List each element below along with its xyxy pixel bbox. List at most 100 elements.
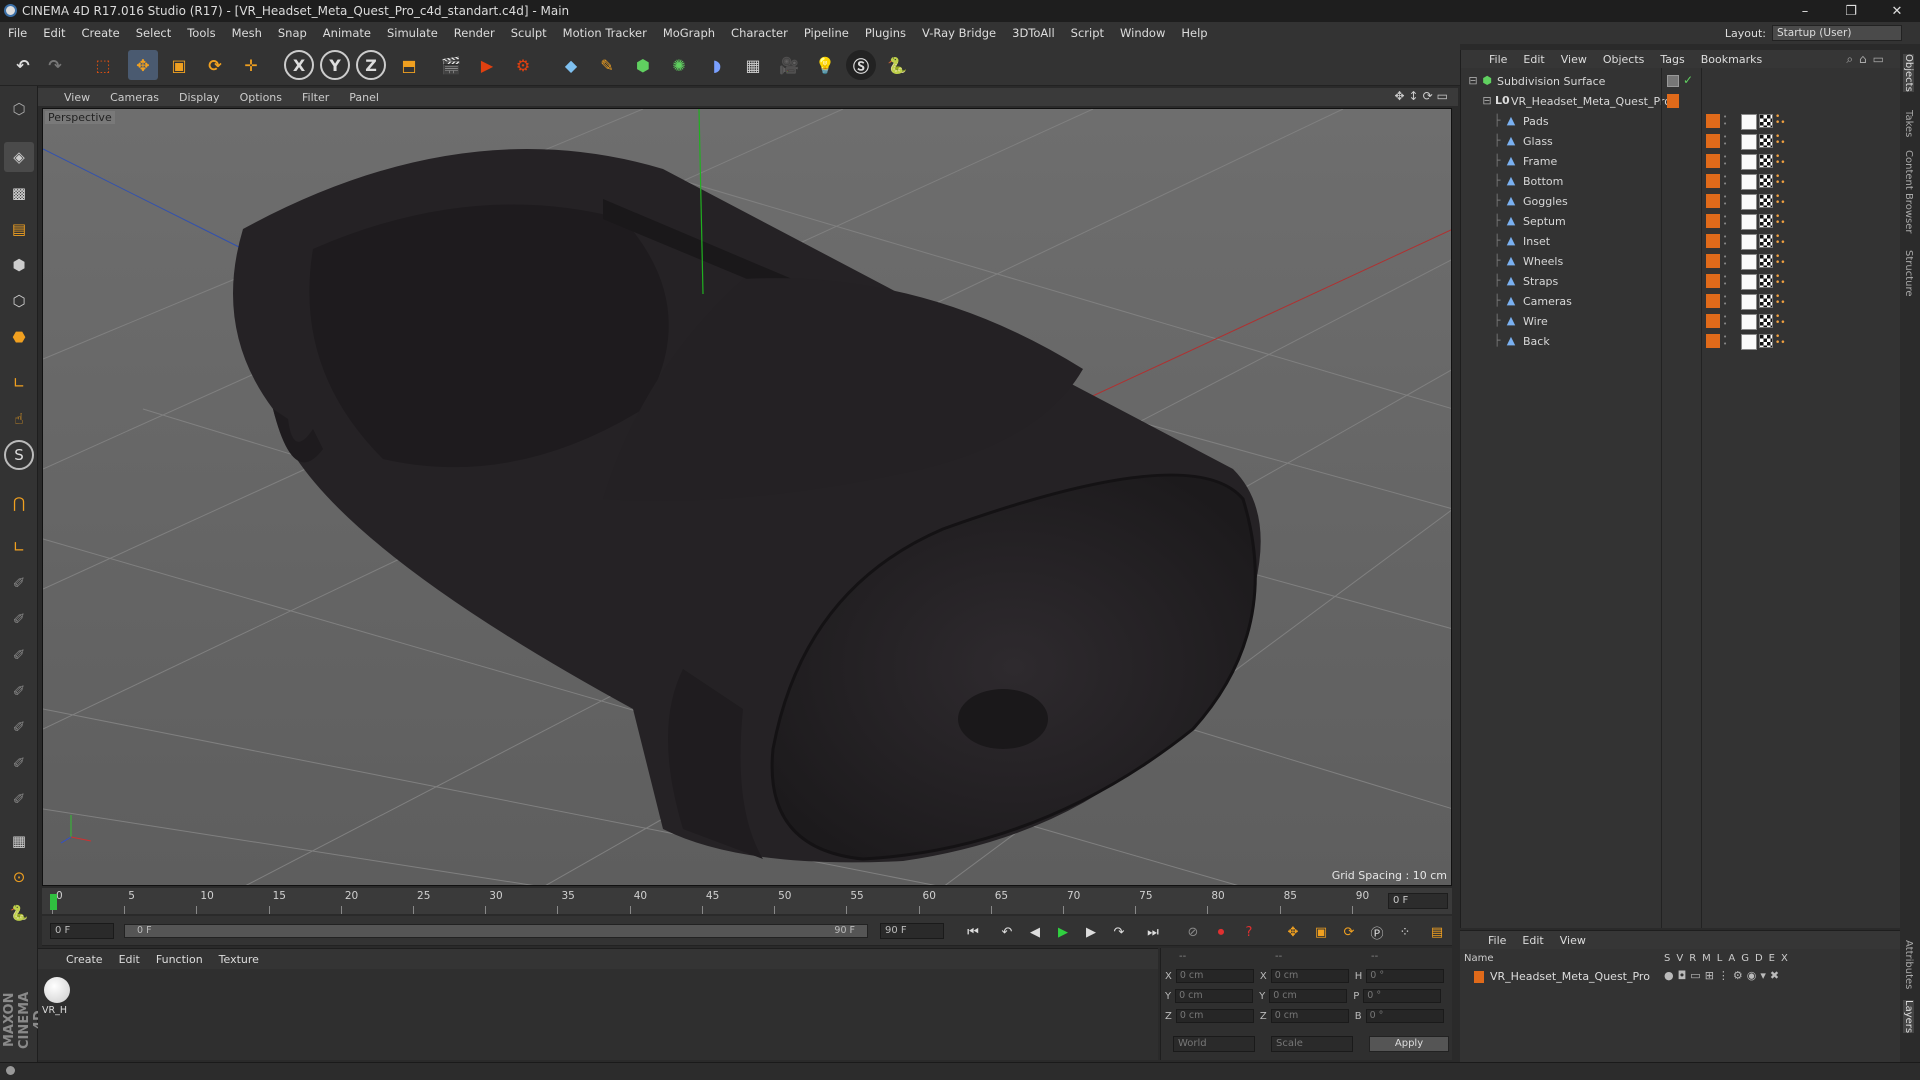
move-icon[interactable]: ✥ [128, 50, 158, 80]
material-tag-icon[interactable] [1741, 174, 1757, 190]
camera-icon[interactable]: 🎥 [774, 50, 804, 80]
menu-select[interactable]: Select [128, 26, 179, 40]
layer-menu-file[interactable]: File [1480, 934, 1514, 947]
visibility-dots-icon[interactable]: • • [1723, 174, 1729, 188]
timeline-ruler[interactable]: 0 5 10 15 20 25 30 35 40 45 50 55 60 65 70 75 80 85 90 0 F [42, 888, 1452, 914]
close-button[interactable]: ✕ [1874, 0, 1920, 22]
live-select-icon[interactable]: ⬚ [88, 50, 118, 80]
menu-animate[interactable]: Animate [315, 26, 379, 40]
texture-tag-icon[interactable] [1759, 254, 1773, 268]
play-icon[interactable]: ▶ [1052, 921, 1074, 943]
previous-key-icon[interactable]: ↶ [996, 921, 1018, 943]
workplane-axis-icon[interactable]: ∟ [4, 532, 34, 562]
menu-pipeline[interactable]: Pipeline [796, 26, 857, 40]
mograph-cloner-icon[interactable]: ✺ [664, 50, 694, 80]
object-row-inset[interactable]: ├ ▲ Inset • • • •• [1461, 232, 1901, 252]
object-row-back[interactable]: ├ ▲ Back • • • •• [1461, 332, 1901, 352]
x-axis-button[interactable]: X [284, 50, 314, 80]
viewport-menu-display[interactable]: Display [169, 91, 230, 104]
texture-tag-icon[interactable] [1759, 134, 1773, 148]
menu-snap[interactable]: Snap [270, 26, 315, 40]
object-row-straps[interactable]: ├ ▲ Straps • • • •• [1461, 272, 1901, 292]
material-tag-icon[interactable] [1741, 134, 1757, 150]
scale-dropdown[interactable]: Scale [1271, 1036, 1353, 1052]
python-script-icon[interactable]: 🐍 [4, 898, 34, 928]
menu-edit[interactable]: Edit [35, 26, 73, 40]
menu-window[interactable]: Window [1112, 26, 1173, 40]
scale-icon[interactable]: ▣ [164, 50, 194, 80]
texture-tag-icon[interactable] [1759, 334, 1773, 348]
workplane-icon[interactable]: ▤ [4, 214, 34, 244]
material-tag-icon[interactable] [1741, 254, 1757, 270]
material-tag-icon[interactable] [1741, 214, 1757, 230]
phong-tag-icon[interactable]: • •• [1775, 213, 1786, 228]
menu-v-ray-bridge[interactable]: V-Ray Bridge [914, 26, 1004, 40]
texture-mode-icon[interactable]: ▩ [4, 178, 34, 208]
viewport-3d[interactable]: Perspective Grid Spacing : 10 cm [42, 108, 1452, 886]
menu-create[interactable]: Create [74, 26, 128, 40]
z-axis-button[interactable]: Z [356, 50, 386, 80]
phong-tag-icon[interactable]: • •• [1775, 333, 1786, 348]
phong-tag-icon[interactable]: • •• [1775, 193, 1786, 208]
polygons-mode-icon[interactable]: ⬣ [4, 322, 34, 352]
texture-tag-icon[interactable] [1759, 154, 1773, 168]
tweak-mode-icon[interactable]: ☝ [4, 404, 34, 434]
size-z-field[interactable]: 0 cm [1270, 1009, 1349, 1023]
sculpt-tool-5-icon[interactable]: ✐ [4, 712, 34, 742]
points-mode-icon[interactable]: ⬢ [4, 250, 34, 280]
goto-start-icon[interactable]: ⏮ [962, 921, 984, 943]
menu-mograph[interactable]: MoGraph [655, 26, 723, 40]
menu-render[interactable]: Render [446, 26, 503, 40]
floor-icon[interactable]: ▦ [738, 50, 768, 80]
texture-tag-icon[interactable] [1759, 174, 1773, 188]
enabled-check-icon[interactable]: ✓ [1683, 73, 1693, 87]
restore-button[interactable]: ❐ [1828, 0, 1874, 22]
material-tag-icon[interactable] [1741, 334, 1757, 350]
apply-button[interactable]: Apply [1369, 1036, 1449, 1052]
menu-character[interactable]: Character [723, 26, 796, 40]
minimize-button[interactable]: – [1782, 0, 1828, 22]
material-tag-icon[interactable] [1741, 114, 1757, 130]
pos-z-field[interactable]: 0 cm [1175, 1009, 1254, 1023]
viewport-menu-filter[interactable]: Filter [292, 91, 339, 104]
menu-simulate[interactable]: Simulate [379, 26, 446, 40]
collapse-icon[interactable]: ⊟ [1481, 95, 1493, 107]
menu-tools[interactable]: Tools [179, 26, 223, 40]
texture-tag-icon[interactable] [1759, 114, 1773, 128]
material-menu-function[interactable]: Function [148, 953, 211, 966]
phong-tag-icon[interactable]: • •• [1775, 293, 1786, 308]
layer-menu-view[interactable]: View [1552, 934, 1594, 947]
tab-content-browser[interactable]: Content Browser [1903, 150, 1914, 233]
viewport-menu-cameras[interactable]: Cameras [100, 91, 169, 104]
viewport-menu-panel[interactable]: Panel [339, 91, 389, 104]
visibility-dots-icon[interactable]: • • [1723, 114, 1729, 128]
layer-menu-edit[interactable]: Edit [1514, 934, 1551, 947]
menu-mesh[interactable]: Mesh [224, 26, 270, 40]
sculpt-tool-3-icon[interactable]: ✐ [4, 640, 34, 670]
pos-x-field[interactable]: 0 cm [1175, 969, 1254, 983]
goto-end-icon[interactable]: ⏭ [1142, 921, 1164, 943]
texture-tag-icon[interactable] [1759, 234, 1773, 248]
next-key-icon[interactable]: ↷ [1108, 921, 1130, 943]
recent-tool-icon[interactable]: ✛ [236, 50, 266, 80]
visibility-dots-icon[interactable]: • • [1723, 274, 1729, 288]
model-mode-icon[interactable]: ◈ [4, 142, 34, 172]
menu-3dtoall[interactable]: 3DToAll [1004, 26, 1063, 40]
phong-tag-icon[interactable]: • •• [1775, 173, 1786, 188]
autokey-icon[interactable]: ⏺ [1210, 921, 1232, 943]
timeline-layout-icon[interactable]: ▤ [1426, 921, 1448, 943]
object-row-goggles[interactable]: ├ ▲ Goggles • • • •• [1461, 192, 1901, 212]
snap-icon[interactable]: ⋂ [4, 488, 34, 518]
menu-motion-tracker[interactable]: Motion Tracker [555, 26, 655, 40]
material-tag-icon[interactable] [1741, 234, 1757, 250]
record-keys-icon[interactable]: ⊘ [1182, 921, 1204, 943]
sculpt-tool-4-icon[interactable]: ✐ [4, 676, 34, 706]
material-tag-icon[interactable] [1741, 314, 1757, 330]
key-position-icon[interactable]: ✥ [1282, 921, 1304, 943]
previous-frame-icon[interactable]: ◀ [1024, 921, 1046, 943]
sculpt-tool-2-icon[interactable]: ✐ [4, 604, 34, 634]
object-menu-view[interactable]: View [1553, 53, 1595, 66]
material-menu-texture[interactable]: Texture [211, 953, 267, 966]
menu-help[interactable]: Help [1173, 26, 1215, 40]
phong-tag-icon[interactable]: • •• [1775, 153, 1786, 168]
